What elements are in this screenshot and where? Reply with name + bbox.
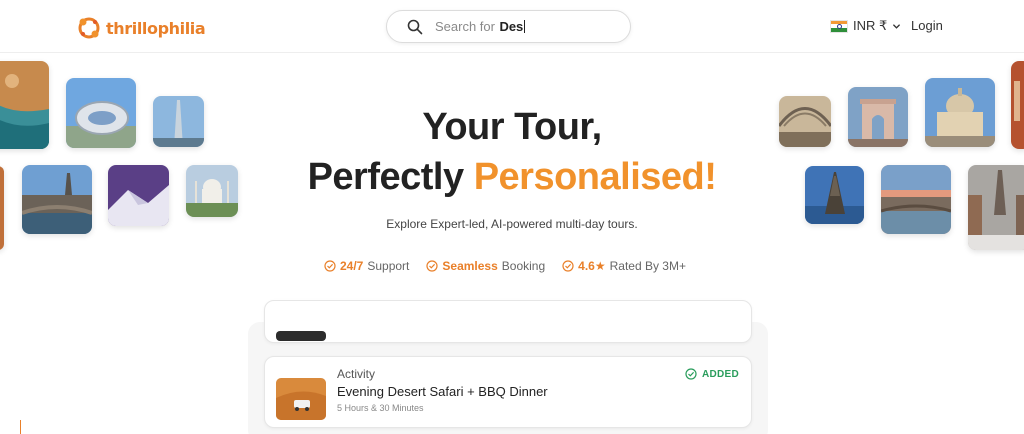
- hero-title-accent: Personalised!: [473, 156, 717, 198]
- feature-booking-text: Booking: [501, 259, 546, 273]
- feature-booking: Seamless Booking: [426, 259, 545, 273]
- thrillophilia-logo[interactable]: thrillophilia: [76, 14, 206, 42]
- check-circle-icon: [324, 260, 336, 272]
- check-circle-icon: [562, 260, 574, 272]
- feature-support: 24/7 Support: [324, 259, 409, 273]
- feature-support-text: Support: [367, 259, 410, 273]
- search-placeholder: Search for: [435, 19, 495, 34]
- feature-rating-text: Rated By 3M+: [609, 259, 686, 273]
- currency-label: INR ₹: [853, 18, 888, 33]
- hero-title-line-2: Perfectly Personalised!: [0, 156, 1024, 199]
- feature-rating-bold: 4.6★: [578, 259, 606, 273]
- search-typed-text: Des: [499, 19, 524, 34]
- hero-title-plain: Perfectly: [307, 156, 465, 198]
- top-navbar: thrillophilia Search for Des INR ₹ Login: [0, 0, 1024, 53]
- itinerary-card-previous[interactable]: [264, 300, 752, 343]
- feature-support-bold: 24/7: [340, 259, 364, 273]
- search-icon: [407, 19, 423, 34]
- logo-text: thrillophilia: [106, 18, 206, 38]
- added-label: ADDED: [701, 368, 739, 380]
- search-bar[interactable]: Search for Des: [386, 10, 631, 43]
- feature-rating: 4.6★ Rated By 3M+: [562, 259, 686, 273]
- card-duration: 5 Hours & 30 Minutes: [337, 403, 424, 413]
- india-flag-icon: [830, 19, 848, 33]
- hero-title-line-1: Your Tour,: [422, 106, 602, 148]
- login-button[interactable]: Login: [911, 18, 943, 33]
- card-category: Activity: [337, 367, 376, 381]
- feature-highlights: 24/7 Support Seamless Booking 4.6★ Rated By…: [324, 259, 686, 273]
- previous-card-thumbnail: [276, 331, 326, 341]
- check-circle-icon: [426, 260, 438, 272]
- chevron-down-icon: [893, 23, 901, 29]
- hero-subtitle: Explore Expert-led, AI-powered multi-day…: [386, 217, 638, 231]
- desert-safari-thumbnail: [276, 378, 326, 420]
- currency-selector[interactable]: INR ₹: [830, 18, 901, 34]
- text-caret: [524, 20, 526, 33]
- itinerary-card-activity[interactable]: Activity Evening Desert Safari + BBQ Din…: [264, 356, 752, 428]
- added-status: ADDED: [685, 368, 739, 380]
- scroll-indicator: [20, 420, 21, 434]
- card-title: Evening Desert Safari + BBQ Dinner: [337, 384, 548, 399]
- check-circle-icon: [685, 368, 697, 380]
- logo-icon: [78, 17, 100, 39]
- feature-booking-bold: Seamless: [442, 259, 498, 273]
